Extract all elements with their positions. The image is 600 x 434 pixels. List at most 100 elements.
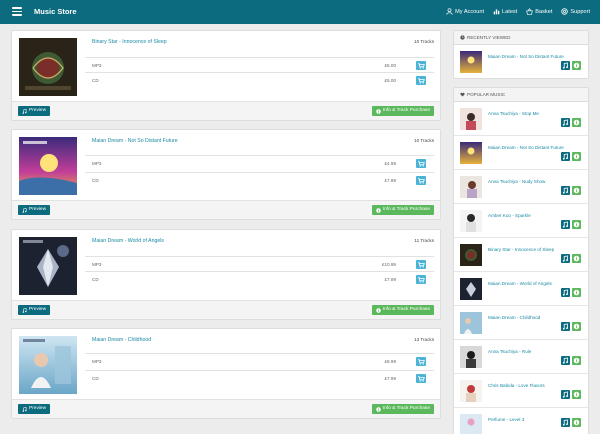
info-icon: [573, 323, 580, 330]
preview-button[interactable]: [561, 418, 570, 427]
info-button[interactable]: [572, 322, 581, 331]
add-to-basket-button[interactable]: [416, 60, 426, 70]
album-title[interactable]: Maian Dream - Childhood: [92, 337, 151, 343]
info-button[interactable]: [572, 390, 581, 399]
album-thumbnail[interactable]: [460, 210, 482, 232]
preview-button[interactable]: [561, 152, 570, 161]
preview-button[interactable]: [561, 322, 570, 331]
preview-button[interactable]: Preview: [18, 404, 51, 414]
brand-title[interactable]: Music Store: [34, 7, 77, 16]
album-thumbnail[interactable]: [460, 51, 482, 73]
info-track-purchase-button[interactable]: Info & Track Purchase: [371, 205, 434, 215]
album-thumbnail[interactable]: [460, 380, 482, 402]
item-name[interactable]: Maian Dream - Not So Distant Future: [488, 54, 564, 59]
album-card: Binary Star - Innocence of Sleep 10 Trac…: [11, 30, 441, 121]
format-price: £5.00: [384, 62, 397, 68]
user-icon: [446, 8, 453, 15]
album-title[interactable]: Binary Star - Innocence of Sleep: [92, 39, 167, 45]
preview-button[interactable]: [561, 288, 570, 297]
info-button[interactable]: [572, 61, 581, 70]
info-button[interactable]: [572, 118, 581, 127]
music-note-icon: [562, 419, 568, 426]
album-thumbnail[interactable]: [460, 176, 482, 198]
add-to-basket-button[interactable]: [416, 259, 426, 269]
preview-button[interactable]: [561, 390, 570, 399]
preview-button[interactable]: [561, 220, 570, 229]
album-cover[interactable]: [19, 137, 77, 195]
panel-title: RECENTLY VIEWED: [467, 34, 511, 40]
item-name[interactable]: Maian Dream - Childhood: [488, 315, 540, 320]
item-name[interactable]: Anna Tsuchiya - Stop Me: [488, 111, 539, 116]
info-button[interactable]: [572, 152, 581, 161]
item-name[interactable]: Perfume - Level 3: [488, 417, 524, 422]
item-name[interactable]: Maian Dream - Not So Distant Future: [488, 145, 564, 150]
preview-button[interactable]: [561, 186, 570, 195]
music-note-icon: [562, 221, 568, 228]
list-item: Maian Dream - Not So Distant Future: [454, 136, 588, 170]
item-name[interactable]: Amber Kuo - Sparkle: [488, 213, 531, 218]
info-button[interactable]: [572, 418, 581, 427]
add-to-basket-button[interactable]: [416, 356, 426, 366]
format-row: CD £7.99: [85, 172, 434, 187]
music-note-icon: [562, 119, 568, 126]
album-cover[interactable]: [19, 336, 77, 394]
album-thumbnail[interactable]: [460, 278, 482, 300]
item-name[interactable]: Chris Babida - Love Flavors: [488, 383, 545, 388]
add-to-basket-button[interactable]: [416, 373, 426, 383]
item-name[interactable]: Binary Star - Innocence of Sleep: [488, 247, 554, 252]
album-thumbnail[interactable]: [460, 142, 482, 164]
album-thumbnail[interactable]: [460, 346, 482, 368]
add-to-basket-button[interactable]: [416, 75, 426, 85]
info-button[interactable]: [572, 356, 581, 365]
album-thumbnail[interactable]: [460, 108, 482, 130]
album-cover[interactable]: [19, 38, 77, 96]
item-name[interactable]: Anna Tsuchiya - Rule: [488, 349, 531, 354]
album-title[interactable]: Maian Dream - World of Angels: [92, 238, 164, 244]
format-row: CD £7.99: [85, 271, 434, 286]
cart-icon: [418, 375, 425, 382]
preview-button[interactable]: [561, 61, 570, 70]
info-button[interactable]: [572, 254, 581, 263]
format-label: CD: [92, 177, 99, 183]
music-note-icon: [22, 108, 27, 114]
info-button[interactable]: [572, 288, 581, 297]
info-icon: [376, 108, 381, 114]
info-button[interactable]: [572, 220, 581, 229]
album-cover[interactable]: [19, 237, 77, 295]
add-to-basket-button[interactable]: [416, 274, 426, 284]
preview-button[interactable]: Preview: [18, 205, 51, 215]
preview-label: Preview: [29, 108, 47, 113]
album-thumbnail[interactable]: [460, 244, 482, 266]
preview-label: Preview: [29, 406, 47, 411]
info-icon: [573, 62, 580, 69]
preview-button[interactable]: Preview: [18, 106, 51, 116]
info-icon: [376, 207, 381, 213]
nav-label: Support: [570, 8, 590, 15]
album-title[interactable]: Maian Dream - Not So Distant Future: [92, 138, 178, 144]
format-price: £10.99: [381, 261, 396, 267]
add-to-basket-button[interactable]: [416, 158, 426, 168]
nav-my-account[interactable]: My Account: [446, 8, 484, 15]
menu-icon[interactable]: [12, 7, 22, 16]
nav-basket[interactable]: Basket: [526, 8, 552, 15]
info-track-purchase-button[interactable]: Info & Track Purchase: [371, 305, 434, 315]
preview-button[interactable]: [561, 356, 570, 365]
item-name[interactable]: Maian Dream - World of Angels: [488, 281, 552, 286]
nav-latest[interactable]: Latest: [493, 8, 517, 15]
info-button[interactable]: [572, 186, 581, 195]
format-row: MP3 £5.00: [85, 57, 434, 72]
nav-support[interactable]: Support: [561, 8, 590, 15]
music-note-icon: [562, 62, 568, 69]
album-thumbnail[interactable]: [460, 414, 482, 434]
item-name[interactable]: Anna Tsuchiya - Nudy Show: [488, 179, 545, 184]
preview-button[interactable]: Preview: [18, 305, 51, 315]
add-to-basket-button[interactable]: [416, 175, 426, 185]
info-track-purchase-button[interactable]: Info & Track Purchase: [371, 404, 434, 414]
panel-heading: POPULAR MUSIC: [454, 88, 588, 102]
preview-button[interactable]: [561, 118, 570, 127]
preview-button[interactable]: [561, 254, 570, 263]
album-thumbnail[interactable]: [460, 312, 482, 334]
format-price: £7.99: [384, 177, 397, 183]
info-track-purchase-button[interactable]: Info & Track Purchase: [371, 106, 434, 116]
format-price: £7.99: [384, 276, 397, 282]
